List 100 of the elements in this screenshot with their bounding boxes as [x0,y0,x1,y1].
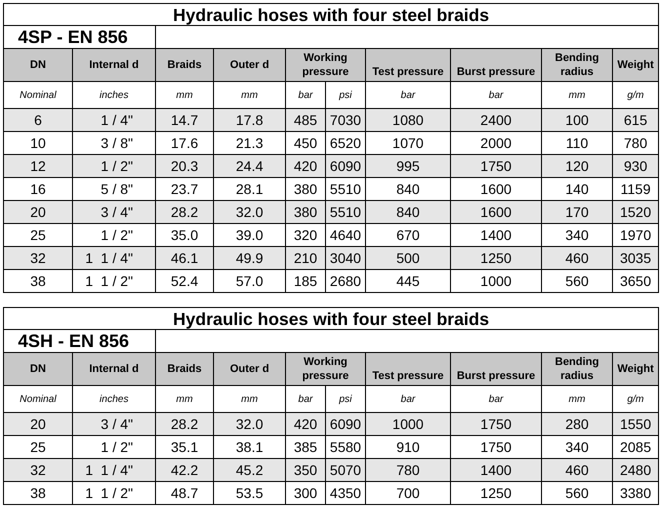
table-cell: 2680 [326,270,366,292]
table-cell: 5510 [326,200,366,224]
table-cell: 500 [366,246,450,270]
column-header: DN [4,48,72,82]
table-cell: 3650 [612,270,659,292]
table-cell: 32 [4,458,72,482]
table-cell: 420 [286,154,326,178]
column-header: Braids [156,352,214,386]
table-cell: 28.2 [156,412,214,436]
table-cell: 4350 [326,482,366,504]
table-cell: 28.2 [156,200,214,224]
table-cell: 445 [366,270,450,292]
table-cell: 1250 [450,482,542,504]
table-cell: 1550 [612,412,659,436]
table-cell: 3040 [326,246,366,270]
table-cell: 1 1 / 4" [72,246,156,270]
table-cell: 7030 [326,108,366,132]
table-cell: 1 1 / 2" [72,482,156,504]
column-header: Outer d [214,352,286,386]
table-cell: 53.5 [214,482,286,504]
table-cell: 1520 [612,200,659,224]
table-cell: 32 [4,246,72,270]
table-cell: 560 [542,270,612,292]
table-cell: 560 [542,482,612,504]
table-cell: 1 / 4" [72,108,156,132]
column-header: Test pressure [366,48,450,82]
column-header: Weight [612,352,659,386]
table-cell: 5070 [326,458,366,482]
table-cell: 24.4 [214,154,286,178]
table-cell: 170 [542,200,612,224]
table-cell: 460 [542,458,612,482]
table-cell: 1000 [366,412,450,436]
table-cell: 700 [366,482,450,504]
table-cell: 2480 [612,458,659,482]
table-cell: 20.3 [156,154,214,178]
table-cell: 57.0 [214,270,286,292]
table-cell: 20 [4,412,72,436]
table-cell: 17.8 [214,108,286,132]
table-cell: 120 [542,154,612,178]
table-cell: 300 [286,482,326,504]
column-header: Bending radius [542,48,612,82]
table-cell: 20 [4,200,72,224]
column-header: Outer d [214,48,286,82]
table-cell: 380 [286,200,326,224]
table-cell: 210 [286,246,326,270]
table-cell: 1080 [366,108,450,132]
table-cell: 6090 [326,412,366,436]
table-cell: 3380 [612,482,659,504]
table-cell: 1250 [450,246,542,270]
table-cell: 42.2 [156,458,214,482]
table-title: Hydraulic hoses with four steel braids [4,4,659,26]
table-cell: 32.0 [214,200,286,224]
table-cell: 1750 [450,154,542,178]
column-header: Bending radius [542,352,612,386]
column-header: Test pressure [366,352,450,386]
column-header: Weight [612,48,659,82]
table-cell: 350 [286,458,326,482]
table-cell: 780 [366,458,450,482]
table-cell: 995 [366,154,450,178]
table-cell: 840 [366,200,450,224]
column-header: Internal d [72,352,156,386]
table-cell: 12 [4,154,72,178]
column-header: Burst pressure [450,48,542,82]
column-header: Burst pressure [450,352,542,386]
table-cell: 45.2 [214,458,286,482]
column-header: Braids [156,48,214,82]
table-cell: 1 / 2" [72,154,156,178]
table-cell: 38 [4,482,72,504]
table-cell: 46.1 [156,246,214,270]
table-cell: 100 [542,108,612,132]
column-header: Working pressure [286,352,366,386]
table-cell: 1 1 / 4" [72,458,156,482]
table-cell: 1000 [450,270,542,292]
column-header: Internal d [72,48,156,82]
table-cell: 2400 [450,108,542,132]
table-cell: 1750 [450,412,542,436]
table-cell: 48.7 [156,482,214,504]
table-cell: 3 / 4" [72,412,156,436]
table-cell: 1400 [450,458,542,482]
table-cell: 6090 [326,154,366,178]
table-cell: 280 [542,412,612,436]
table-cell: 32.0 [214,412,286,436]
table-cell: 6 [4,108,72,132]
table-cell: 14.7 [156,108,214,132]
table-cell: 485 [286,108,326,132]
table-cell: 49.9 [214,246,286,270]
column-header: Working pressure [286,48,366,82]
table-cell: 38 [4,270,72,292]
table-cell: 3 / 4" [72,200,156,224]
table-cell: 930 [612,154,659,178]
table-cell: 3035 [612,246,659,270]
table-title: Hydraulic hoses with four steel braids [4,308,659,330]
column-header: DN [4,352,72,386]
table-cell: 420 [286,412,326,436]
table-cell: 185 [286,270,326,292]
table-cell: 1 1 / 2" [72,270,156,292]
table-cell: 615 [612,108,659,132]
table-cell: 52.4 [156,270,214,292]
table-cell: 1600 [450,200,542,224]
table-cell: 460 [542,246,612,270]
